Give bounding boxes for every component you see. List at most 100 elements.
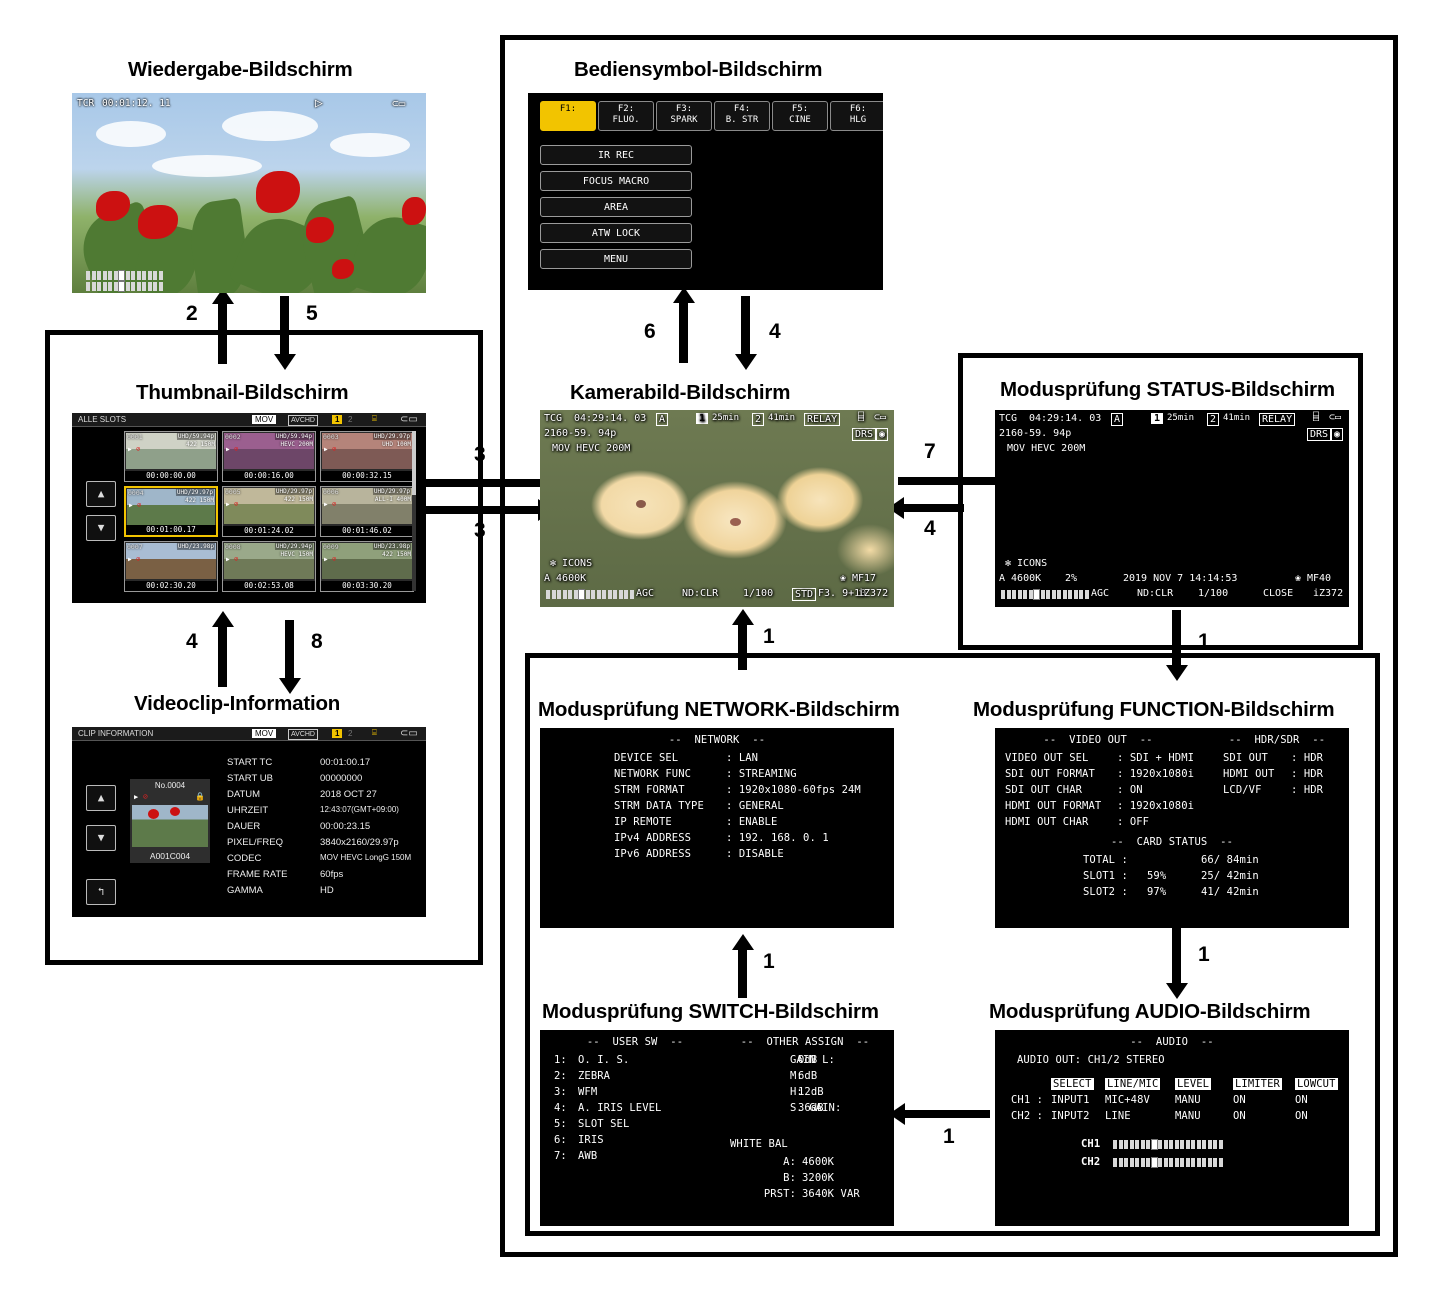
clipinfo-avchd: AVCHD [288,729,318,740]
thumbnail-clip[interactable]: 0009UHD/23.98p422 150M▶⊘00:03:30.20 [320,541,414,592]
thumbnail-nav-down[interactable]: ▼ [86,515,116,541]
icons-screen: F1:F2:FLUO.F3:SPARKF4:B. STRF5:CINEF6:HL… [528,93,883,290]
thumbnail-clip[interactable]: 0002UHD/59.94pHEVC 200M▶⊘00:00:16.00 [222,431,316,482]
clip-number: 0007 [127,543,143,551]
arrow-label-8: 8 [311,630,323,654]
camera-zoom: iZ372 [858,588,888,599]
clip-number: 0002 [225,433,241,441]
fkey-f4[interactable]: F4:B. STR [714,101,770,131]
function-card-label: TOTAL : [1083,854,1128,866]
switch-whitebal-value: 3640K VAR [802,1188,860,1200]
arrow-camera-to-thumbnail [425,479,540,487]
clipinfo-nav-up[interactable]: ▲ [86,785,116,811]
thumbnail-scrollbar[interactable] [412,431,416,591]
arrow-playback-to-thumbnail [218,304,227,364]
gear-icon: ✻ [550,558,556,569]
function-card-label: SLOT2 : [1083,886,1128,898]
arrow-audio-to-switch [905,1110,990,1118]
clip-number: 0004 [128,489,144,497]
title-icons: Bediensymbol-Bildschirm [574,58,822,82]
camera-auto-badge: A [656,413,668,426]
status-codec: MOV HEVC 200M [1007,443,1085,454]
clip-format: UHD/23.98p [177,543,215,550]
network-row-value: : GENERAL [726,800,784,812]
arrow-label-3b: 3 [474,519,486,543]
network-screen: -- NETWORK -- DEVICE SEL: LANNETWORK FUN… [540,728,894,928]
camera-audio-meter [546,590,634,599]
switch-usersw-index: 6: [554,1134,567,1146]
switch-usersw-index: 3: [554,1086,567,1098]
audio-select-value: INPUT1 [1051,1094,1090,1106]
fkey-f2[interactable]: F2:FLUO. [598,101,654,131]
audio-column-header: SELECT [1051,1078,1094,1090]
function-screen: -- VIDEO OUT -- VIDEO OUT SEL: SDI + HDM… [995,728,1349,928]
clipinfo-row-label: GAMMA [227,885,263,896]
arrow-camera-to-icons [679,303,688,363]
title-function: Modusprüfung FUNCTION-Bildschirm [973,698,1334,722]
function-card-title: -- CARD STATUS -- [995,836,1349,848]
title-camera: Kamerabild-Bildschirm [570,381,790,405]
function-card-value: 41/ 42min [1201,886,1259,898]
cloud-shape [222,111,318,141]
function-videoout-value: : OFF [1117,816,1149,828]
clip-noentry-icon: ⊘ [332,445,336,453]
clipinfo-row-value: 00000000 [320,773,362,784]
thumbnail-nav-up[interactable]: ▲ [86,481,116,507]
lan-icon: ⌸ [858,412,864,423]
fkey-f6[interactable]: F6:HLG [830,101,883,131]
switch-usersw-index: 5: [554,1118,567,1130]
clipinfo-rec-format: MOV [252,729,276,738]
clipinfo-back-button[interactable]: ↰ [86,879,116,905]
function-button-atw-lock[interactable]: ATW LOCK [540,223,692,243]
function-button-ir-rec[interactable]: IR REC [540,145,692,165]
thumbnail-mode-label: ALLE SLOTS [78,415,126,424]
switch-other-title: -- OTHER ASSIGN -- [720,1036,890,1048]
function-button-area[interactable]: AREA [540,197,692,217]
function-card-value: 66/ 84min [1201,854,1259,866]
lan-icon: ⌸ [1313,412,1319,423]
fkey-f3[interactable]: F3:SPARK [656,101,712,131]
camera-slot2-badge: 2 [752,413,764,426]
status-iris: CLOSE [1263,588,1293,599]
fkey-value: B. STR [715,115,769,126]
cloud-shape [152,155,262,177]
clipinfo-nav-down[interactable]: ▼ [86,825,116,851]
status-icons-label: ICONS [1017,558,1047,569]
fkey-f1[interactable]: F1: [540,101,596,131]
clipinfo-thumbnail: No.0004 ▶ ⊘ 🔒 A001C004 [130,779,210,863]
clip-format-detail: ALL-I 400M [375,496,411,503]
clip-number: 0006 [323,488,339,496]
function-button-menu[interactable]: MENU [540,249,692,269]
audio-column-header: LOWCUT [1295,1078,1338,1090]
thumbnail-clip[interactable]: 0001UHD/59.94p422 150M▶⊘00:00:00.00 [124,431,218,482]
thumbnail-clip[interactable]: 0007UHD/23.98p▶⊘00:02:30.20 [124,541,218,592]
thumbnail-clip[interactable]: 0005UHD/29.97p422 150M▶⊘00:01:24.02 [222,486,316,537]
camera-nd-filter: ND:CLR [682,588,718,599]
function-card-percent: 59% [1147,870,1166,882]
clipinfo-row-value: 12:43:07(GMT+09:00) [320,805,399,814]
status-battery-percent: 2% [1065,573,1077,584]
clip-number: 0001 [127,433,143,441]
function-videoout-label: HDMI OUT FORMAT [1005,800,1101,812]
audio-select-value: INPUT2 [1051,1110,1090,1122]
clip-noentry-icon: ⊘ [136,445,140,453]
fkey-f5[interactable]: F5:CINE [772,101,828,131]
network-row-value: : DISABLE [726,848,784,860]
clipinfo-row-label: UHRZEIT [227,805,268,816]
audio-level-value: MANU [1175,1094,1201,1106]
fkey-label: F1: [541,104,595,115]
clip-noentry-icon: ⊘ [136,555,140,563]
clip-play-icon: ▶ [324,501,328,508]
status-nd-filter: ND:CLR [1137,588,1173,599]
switch-whitebal-value: 3200K [802,1172,834,1184]
thumbnail-clip[interactable]: 0006UHD/29.97pALL-I 400M▶⊘00:01:46.02 [320,486,414,537]
function-button-focus-macro[interactable]: FOCUS MACRO [540,171,692,191]
clip-play-icon: ▶ [324,556,328,563]
clip-format-detail: UHD 100M [382,441,411,448]
audio-lowcut-value: ON [1295,1110,1308,1122]
camera-shutter: 1/100 [743,588,773,599]
thumbnail-clip[interactable]: 0004UHD/29.97p422 150M▶⊘00:01:00.17 [124,486,218,537]
thumbnail-clip[interactable]: 0008UHD/29.94pHEVC 150M▶⊘00:02:53.08 [222,541,316,592]
audio-column-header: LEVEL [1175,1078,1211,1090]
thumbnail-clip[interactable]: 0003UHD/29.97pUHD 100M▶⊘00:00:32.15 [320,431,414,482]
